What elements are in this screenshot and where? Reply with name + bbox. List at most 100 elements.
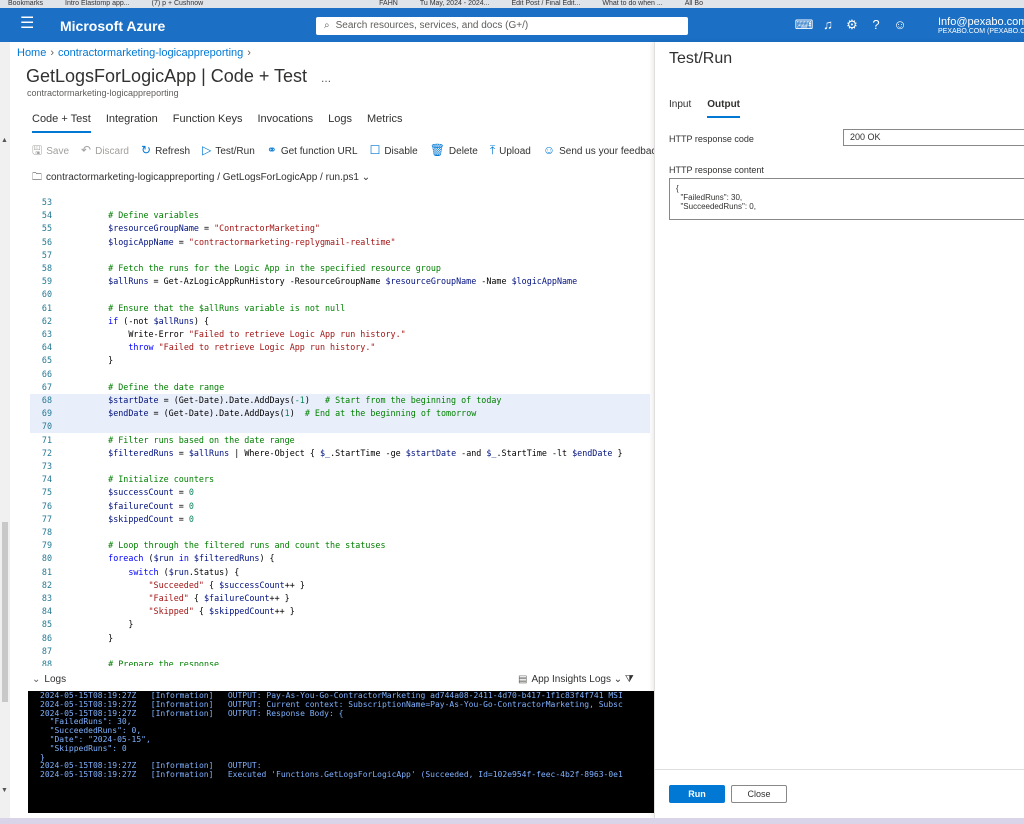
code-line: 66	[30, 368, 650, 381]
code-line: 58 # Fetch the runs for the Logic App in…	[30, 262, 650, 275]
log-console[interactable]: 2024-05-15T08:19:27Z [Information] OUTPU…	[28, 691, 654, 813]
panel-tab-input[interactable]: Input	[669, 99, 691, 116]
delete-button[interactable]: 🗑 Delete	[430, 143, 478, 157]
code-line: 67 # Define the date range	[30, 381, 650, 394]
bookmark-item[interactable]: All Bo	[677, 0, 703, 8]
bookmark-item[interactable]: (7) p + Cushnow	[144, 0, 204, 8]
filepath-file[interactable]: run.ps1	[326, 172, 359, 183]
line-number: 88	[41, 659, 52, 666]
filepath-function[interactable]: GetLogsForLogicApp	[223, 172, 318, 183]
code-token: =	[198, 223, 215, 234]
line-number: 80	[41, 553, 52, 564]
code-token: $endDate	[88, 408, 149, 419]
user-email: Info@pexabo.com	[938, 16, 1024, 28]
code-line: 64 throw "Failed to retrieve Logic App r…	[30, 341, 650, 354]
bookmark-item[interactable]: Bookmarks	[0, 0, 43, 8]
cloud-shell-icon[interactable]: ⌨	[792, 17, 816, 33]
bookmark-item[interactable]: Tu May, 2024 - 2024...	[412, 0, 490, 8]
code-line: 74 # Initialize counters	[30, 473, 650, 486]
settings-icon[interactable]: ⚙	[840, 17, 864, 33]
line-number: 77	[41, 513, 52, 524]
logs-toggle[interactable]: ⌄ Logs	[32, 674, 66, 685]
more-options-button[interactable]: ...	[321, 71, 331, 85]
panel-footer-divider	[655, 769, 1024, 770]
code-line: 79 # Loop through the filtered runs and …	[30, 539, 650, 552]
line-number: 83	[41, 593, 52, 603]
code-line: 87	[30, 645, 650, 658]
code-token: | Where-Object {	[229, 447, 320, 458]
bookmark-item[interactable]: What to do when ...	[594, 0, 662, 8]
brand-name[interactable]: Microsoft Azure	[60, 18, 165, 34]
code-token: $resourceGroupName	[385, 276, 477, 287]
code-token: )	[304, 395, 325, 405]
code-token: if	[88, 315, 119, 326]
code-token: $successCount	[219, 579, 285, 590]
code-token: ) {	[259, 553, 275, 564]
code-token: }	[612, 447, 623, 458]
filter-icon[interactable]: ⧩	[625, 674, 634, 685]
breadcrumb-home[interactable]: Home	[17, 47, 46, 59]
toolbar-label: Upload	[499, 146, 531, 157]
filepath-app[interactable]: contractormarketing-logicappreporting	[46, 172, 214, 183]
menu-icon[interactable]: ☰	[20, 16, 34, 32]
toolbar-label: Disable	[384, 146, 418, 157]
tab-metrics[interactable]: Metrics	[367, 113, 402, 131]
breadcrumb-app[interactable]: contractormarketing-logicappreporting	[58, 47, 243, 59]
line-number: 62	[41, 315, 52, 326]
panel-tab-output[interactable]: Output	[707, 99, 741, 118]
send-us-your-feedback-button[interactable]: ☺ Send us your feedback	[543, 143, 662, 157]
code-token: $allRuns	[188, 447, 230, 458]
disable-button[interactable]: ☐ Disable	[370, 143, 418, 157]
tab-invocations[interactable]: Invocations	[258, 113, 314, 131]
code-token: {	[193, 606, 210, 617]
line-number: 67	[41, 381, 52, 392]
code-line: 63 Write-Error "Failed to retrieve Logic…	[30, 328, 650, 341]
scroll-thumb[interactable]	[2, 522, 8, 702]
feedback-icon[interactable]: ☺	[888, 17, 912, 32]
toolbar-label: Test/Run	[215, 146, 255, 157]
discard-icon: ↶	[81, 143, 92, 157]
tab-logs[interactable]: Logs	[328, 113, 352, 131]
page-scrollbar[interactable]: ▲ ▼	[0, 42, 10, 818]
help-icon[interactable]: ?	[864, 17, 888, 32]
code-token: "Skipped"	[88, 606, 194, 617]
bookmark-item[interactable]: Edit Post / Final Edit...	[504, 0, 581, 8]
response-code-field[interactable]: 200 OK	[843, 129, 1024, 146]
tab-integration[interactable]: Integration	[106, 113, 158, 131]
test-run-button[interactable]: ▷ Test/Run	[202, 143, 255, 157]
chevron-down-icon[interactable]: ⌄	[362, 172, 370, 183]
code-token: $run	[168, 566, 189, 577]
refresh-button[interactable]: ↻ Refresh	[141, 143, 190, 157]
code-token: $failureCount	[88, 500, 174, 511]
run-button[interactable]: Run	[669, 785, 725, 803]
search-input[interactable]: ⌕ Search resources, services, and docs (G…	[316, 17, 688, 35]
bookmark-item[interactable]: FAHN	[371, 0, 398, 8]
response-content-field[interactable]: { "FailedRuns": 30, "SucceededRuns": 0,	[669, 178, 1024, 220]
search-placeholder: Search resources, services, and docs (G+…	[335, 20, 529, 31]
bookmark-item[interactable]: Intro Elastomp app...	[57, 0, 130, 8]
code-token: Write-Error	[88, 329, 189, 339]
code-line: 61 # Ensure that the $allRuns variable i…	[30, 302, 650, 315]
notifications-icon[interactable]: ♫	[816, 17, 840, 32]
line-number: 57	[41, 249, 52, 260]
upload-button[interactable]: ⤒ Upload	[490, 143, 531, 158]
scroll-down-icon[interactable]: ▼	[1, 787, 8, 794]
code-token: # Define the date range	[88, 381, 225, 392]
tab-function-keys[interactable]: Function Keys	[173, 113, 243, 131]
code-line: 76 $failureCount = 0	[30, 500, 650, 513]
user-account[interactable]: Info@pexabo.com PEXABO.COM (PEXABO.CO	[938, 16, 1024, 35]
line-number: 56	[41, 236, 52, 247]
close-button[interactable]: Close	[731, 785, 787, 803]
code-editor[interactable]: 53 54 # Define variables 55 $resourceGroup…	[30, 192, 652, 666]
get-function-url-button[interactable]: ⚭ Get function URL	[267, 143, 358, 157]
tab-code-test[interactable]: Code + Test	[32, 113, 91, 133]
code-token: $filteredRuns	[88, 447, 174, 458]
app-insights-dropdown[interactable]: ▤ App Insights Logs ⌄ ⧩	[518, 674, 634, 685]
log-line: "SkippedRuns": 0	[40, 743, 127, 753]
taskbar	[0, 818, 1024, 824]
code-token: ++ }	[274, 606, 295, 617]
scroll-up-icon[interactable]: ▲	[1, 137, 8, 144]
panel-title: Test/Run	[669, 50, 733, 67]
toolbar-label: Save	[46, 146, 70, 157]
code-token: $resourceGroupName	[88, 223, 199, 234]
